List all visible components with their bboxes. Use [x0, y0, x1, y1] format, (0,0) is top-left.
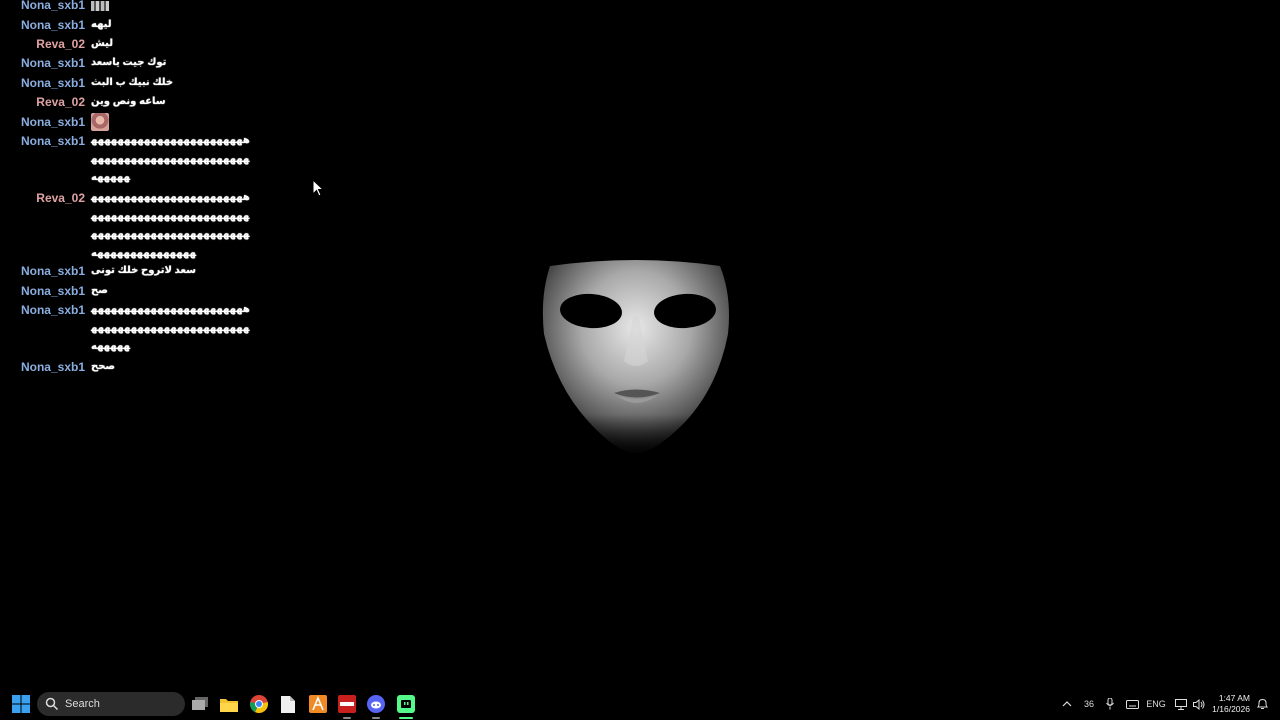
- network-button[interactable]: [1173, 688, 1189, 720]
- task-view-button[interactable]: [188, 692, 212, 716]
- small-bars-emote: [91, 0, 109, 11]
- chrome-button[interactable]: [247, 692, 271, 716]
- chat-username: Nona_sxb1: [20, 115, 85, 129]
- chat-username: Nona_sxb1: [20, 56, 85, 70]
- chat-username: Nona_sxb1: [20, 360, 85, 374]
- keyboard-icon: [1125, 699, 1139, 709]
- avatar-emote: [91, 113, 109, 131]
- video-app-button[interactable]: [335, 692, 359, 719]
- chat-username: Nona_sxb1: [20, 76, 85, 90]
- chat-username: Nona_sxb1: [20, 18, 85, 32]
- chat-message-text: هههههههههههههههههههههههههههههههههههههههه…: [91, 192, 250, 259]
- language-indicator[interactable]: ENG: [1144, 688, 1168, 720]
- chat-message-text: توك جيت ياسعد: [91, 57, 167, 68]
- chat-message-text: ليهه: [91, 19, 112, 30]
- chat-message-text: [91, 0, 109, 15]
- chat-message-text: هههههههههههههههههههههههههههههههههههههههه…: [91, 135, 250, 183]
- network-icon: [1175, 698, 1187, 710]
- chat-message-text: ساعه ونص وين: [91, 96, 166, 107]
- orange-app-button[interactable]: [306, 692, 330, 716]
- chevron-up-icon: [1062, 701, 1072, 707]
- file-explorer-icon: [220, 698, 238, 712]
- microphone-icon: [1106, 698, 1114, 710]
- start-button[interactable]: [9, 692, 33, 716]
- chat-message-text: صح: [91, 285, 108, 296]
- chat-username: Reva_02: [36, 37, 85, 51]
- chat-message-text: [91, 113, 109, 132]
- show-hidden-icons-button[interactable]: [1059, 688, 1075, 720]
- clock-date: 1/16/2026: [1212, 704, 1250, 714]
- app-orange-icon: [309, 695, 327, 713]
- chat-username: Nona_sxb1: [20, 264, 85, 278]
- active-indicator: [399, 717, 413, 719]
- chat-message-text: صحح: [91, 361, 116, 372]
- search-label: Search: [65, 698, 100, 710]
- streaming-app-icon: [397, 695, 415, 713]
- clock[interactable]: 1:47 AM 1/16/2026: [1212, 693, 1250, 715]
- chat-username: Nona_sxb1: [20, 284, 85, 298]
- windows-logo-icon: [12, 695, 30, 713]
- volume-button[interactable]: [1191, 688, 1207, 720]
- mouse-cursor-icon: [312, 179, 324, 197]
- keyboard-button[interactable]: [1123, 688, 1141, 720]
- chat-message-text: خلك نبيك ب البث: [91, 77, 174, 88]
- white-mask-image: [542, 260, 729, 453]
- search-icon: [45, 697, 59, 711]
- file-button[interactable]: [276, 692, 300, 716]
- task-view-icon: [192, 697, 208, 710]
- speaker-icon: [1193, 698, 1205, 710]
- chat-username: Nona_sxb1: [20, 303, 85, 317]
- file-explorer-button[interactable]: [217, 692, 241, 716]
- video-app-icon: [338, 695, 356, 713]
- chat-message-text: هههههههههههههههههههههههههههههههههههههههه…: [91, 304, 250, 352]
- chat-message-text: ليش: [91, 38, 113, 49]
- chat-message-text: سعد لاتروح خلك تونى: [91, 265, 196, 276]
- chat-username: Nona_sxb1: [20, 0, 85, 12]
- streaming-app-button[interactable]: [394, 692, 418, 719]
- chrome-icon: [250, 695, 268, 713]
- taskbar: Search 36 ENG 1:47 AM 1/16/2026: [0, 688, 1280, 720]
- microphone-button[interactable]: [1102, 688, 1118, 720]
- chat-username: Reva_02: [36, 95, 85, 109]
- discord-icon: [367, 695, 385, 713]
- search-box[interactable]: Search: [37, 692, 185, 716]
- tray-badge[interactable]: 36: [1080, 688, 1098, 720]
- chat-username: Reva_02: [36, 191, 85, 205]
- active-indicator: [372, 717, 380, 719]
- chat-username: Nona_sxb1: [20, 134, 85, 148]
- file-icon: [281, 695, 295, 713]
- notifications-button[interactable]: [1254, 688, 1270, 720]
- discord-button[interactable]: [364, 692, 388, 719]
- active-indicator: [343, 717, 351, 719]
- notification-bell-icon: [1256, 698, 1268, 709]
- clock-time: 1:47 AM: [1218, 693, 1250, 703]
